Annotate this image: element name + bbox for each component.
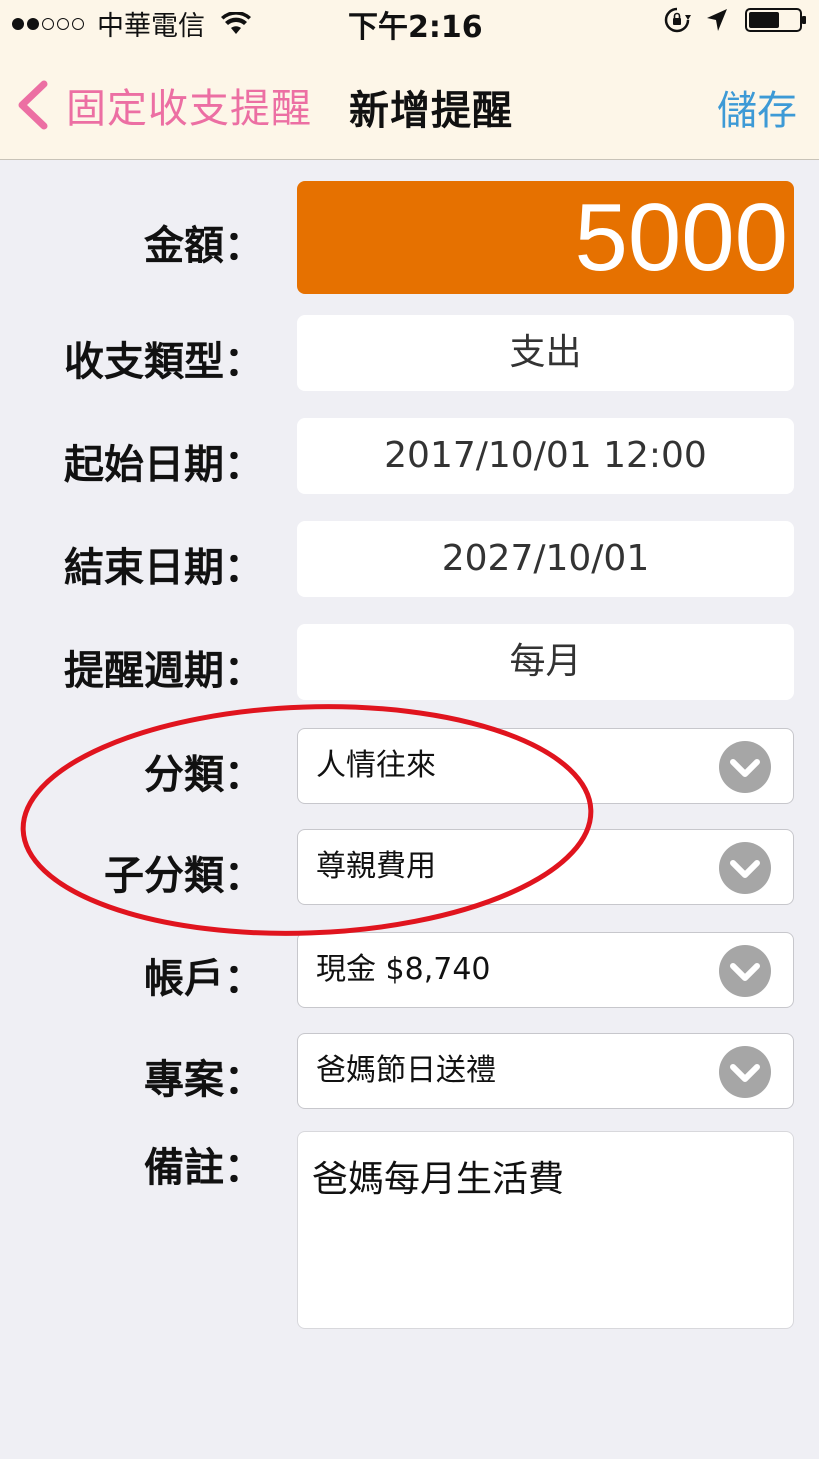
chevron-down-icon [719, 741, 771, 793]
cycle-field[interactable]: 每月 [297, 624, 794, 700]
account-value: 現金 $8,740 [316, 952, 491, 987]
start-date-label: 起始日期： [64, 442, 264, 488]
status-time: 下午2:16 [348, 10, 483, 45]
chevron-down-icon [719, 842, 771, 894]
category-dropdown[interactable]: 人情往來 [297, 728, 794, 804]
type-label: 收支類型： [64, 339, 264, 385]
amount-label: 金額： [144, 223, 264, 269]
status-bar-left: 中華電信 [12, 4, 251, 43]
carrier-name: 中華電信 [97, 11, 205, 42]
chevron-down-icon [719, 1046, 771, 1098]
signal-dots-icon [12, 17, 87, 30]
cycle-label: 提醒週期： [64, 648, 264, 694]
subcategory-value: 尊親費用 [316, 849, 436, 884]
subcategory-label: 子分類： [104, 853, 264, 899]
location-arrow-icon [707, 9, 727, 31]
navigation-bar: 固定收支提醒 新增提醒 儲存 [0, 44, 819, 160]
start-date-field[interactable]: 2017/10/01 12:00 [297, 418, 794, 494]
project-label: 專案： [144, 1057, 264, 1103]
project-value: 爸媽節日送禮 [316, 1053, 496, 1088]
back-label: 固定收支提醒 [66, 86, 312, 132]
battery-icon [745, 8, 806, 32]
chevron-left-icon [18, 80, 48, 130]
category-label: 分類： [144, 752, 264, 798]
subcategory-dropdown[interactable]: 尊親費用 [297, 829, 794, 905]
back-button[interactable]: 固定收支提醒 [14, 76, 312, 134]
amount-field[interactable]: 5000 [297, 181, 794, 294]
wifi-icon [221, 11, 251, 34]
page-title: 新增提醒 [349, 88, 513, 134]
note-label: 備註： [144, 1145, 264, 1191]
end-date-field[interactable]: 2027/10/01 [297, 521, 794, 597]
orientation-lock-icon [664, 7, 691, 33]
category-value: 人情往來 [316, 748, 436, 783]
save-button[interactable]: 儲存 [717, 78, 797, 136]
account-dropdown[interactable]: 現金 $8,740 [297, 932, 794, 1008]
status-bar-right [663, 6, 807, 34]
type-field[interactable]: 支出 [297, 315, 794, 391]
note-textarea[interactable]: 爸媽每月生活費 [297, 1131, 794, 1329]
chevron-down-icon [719, 945, 771, 997]
project-dropdown[interactable]: 爸媽節日送禮 [297, 1033, 794, 1109]
account-label: 帳戶： [144, 956, 264, 1002]
end-date-label: 結束日期： [64, 545, 264, 591]
status-bar: 中華電信 下午2:16 [0, 0, 819, 45]
